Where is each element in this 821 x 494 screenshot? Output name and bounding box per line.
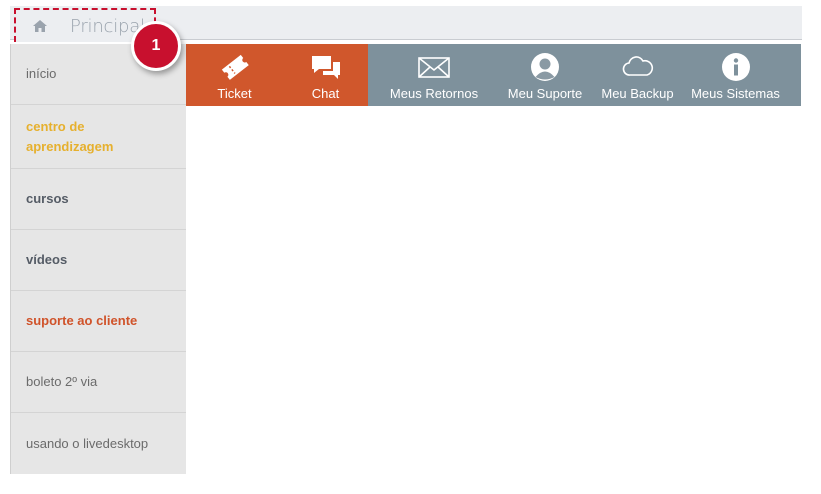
sidebar: início centro de aprendizagem cursos víd… (10, 44, 186, 474)
meus-sistemas-label: Meus Sistemas (691, 86, 780, 101)
sidebar-item-label: boleto 2º via (26, 374, 98, 389)
meu-backup-button[interactable]: Meu Backup (590, 44, 685, 106)
top-tab-bar: Principal (10, 6, 802, 42)
sidebar-item-boleto[interactable]: boleto 2º via (11, 352, 186, 413)
envelope-icon (417, 51, 451, 83)
sidebar-item-label: suporte ao cliente (26, 313, 138, 328)
user-icon (528, 51, 562, 83)
chat-icon (309, 51, 343, 83)
sidebar-item-label: centro de aprendizagem (26, 118, 114, 154)
cloud-icon (621, 51, 655, 83)
meu-suporte-button[interactable]: Meu Suporte (500, 44, 590, 106)
sidebar-item-usando-livedesktop[interactable]: usando o livedesktop (11, 413, 186, 474)
ticket-icon (218, 51, 252, 83)
meus-retornos-label: Meus Retornos (389, 86, 479, 101)
sidebar-item-suporte-ao-cliente[interactable]: suporte ao cliente (11, 291, 186, 352)
sidebar-item-label: vídeos (26, 252, 68, 267)
sidebar-item-label: cursos (26, 191, 69, 206)
step-number-badge: 1 (131, 21, 181, 71)
meus-retornos-button[interactable]: Meus Retornos (368, 44, 500, 106)
info-icon (719, 51, 753, 83)
sidebar-item-videos[interactable]: vídeos (11, 230, 186, 291)
home-icon (33, 20, 47, 32)
sidebar-item-label: usando o livedesktop (26, 435, 149, 451)
chat-button[interactable]: Chat (283, 44, 368, 106)
sidebar-item-label: início (26, 66, 57, 81)
chat-label: Chat (311, 86, 340, 101)
sidebar-item-cursos[interactable]: cursos (11, 169, 186, 230)
meus-sistemas-button[interactable]: Meus Sistemas (685, 44, 786, 106)
meu-backup-label: Meu Backup (601, 86, 674, 101)
sidebar-item-centro-de-aprendizagem[interactable]: centro de aprendizagem (11, 105, 186, 169)
meu-suporte-label: Meu Suporte (507, 86, 583, 101)
top-toolbar: Ticket Chat Meus Retornos Meu Suporte Me… (186, 44, 801, 106)
ticket-button[interactable]: Ticket (186, 44, 283, 106)
ticket-label: Ticket (217, 86, 252, 101)
